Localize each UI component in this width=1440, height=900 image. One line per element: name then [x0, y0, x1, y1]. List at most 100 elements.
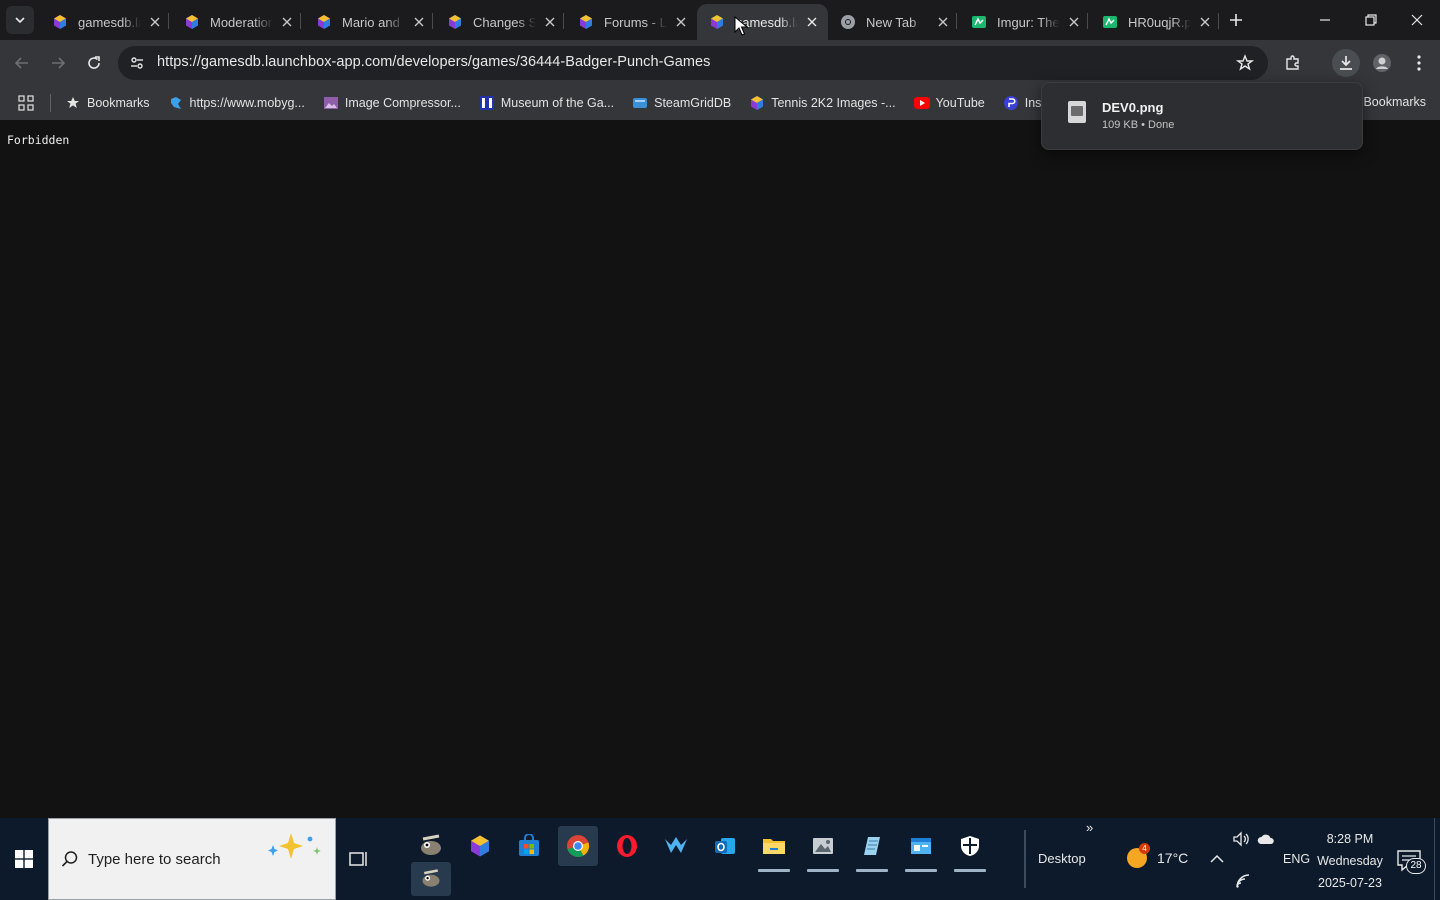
bookmark-item[interactable]: SteamGridDB	[632, 95, 731, 111]
clock[interactable]: 8:28 PM Wednesday 2025-07-23	[1312, 828, 1388, 894]
arrow-right-icon	[52, 57, 66, 69]
chrome-app[interactable]	[558, 826, 598, 866]
download-filename[interactable]: DEV0.png	[1102, 100, 1163, 115]
bookmark-item[interactable]: Tennis 2K2 Images -...	[749, 95, 896, 111]
download-bubble[interactable]: DEV0.png 109 KB • Done	[1041, 82, 1363, 150]
launchbox-icon	[54, 15, 66, 29]
window-close-button[interactable]	[1394, 0, 1440, 40]
control-panel-app[interactable]	[901, 826, 941, 872]
windows-icon	[15, 850, 33, 868]
tab-strip: gamesdb.la Moderation Mario and L Change…	[0, 0, 1440, 40]
photos-app[interactable]	[803, 826, 843, 872]
tab-search-button[interactable]	[6, 6, 34, 34]
imgur-icon	[972, 16, 986, 28]
outlook-app[interactable]	[705, 826, 745, 866]
close-icon[interactable]	[1197, 14, 1213, 30]
desktop-toolbar[interactable]: Desktop	[1038, 851, 1086, 866]
close-icon[interactable]	[411, 14, 427, 30]
outlook-icon	[715, 838, 735, 854]
wing-app[interactable]	[656, 826, 696, 866]
new-tab-button[interactable]	[1224, 8, 1248, 32]
close-icon[interactable]	[1066, 14, 1082, 30]
volume-button[interactable]	[1232, 830, 1250, 848]
url-text[interactable]: https://gamesdb.launchbox-app.com/develo…	[157, 54, 710, 70]
tab-separator	[956, 13, 957, 29]
taskbar-divider	[1024, 830, 1026, 888]
minimize-button[interactable]	[1302, 0, 1348, 40]
tray-overflow-button[interactable]	[1208, 850, 1226, 868]
tab[interactable]: gamesdb.la	[40, 4, 171, 40]
tab[interactable]: Mario and L	[304, 4, 435, 40]
address-bar[interactable]: https://gamesdb.launchbox-app.com/develo…	[118, 46, 1268, 80]
language-indicator[interactable]: ENG	[1283, 852, 1310, 866]
arrow-left-icon	[14, 57, 28, 69]
bookmark-item[interactable]: https://www.mobyg...	[168, 95, 305, 111]
clock-time: 8:28 PM	[1326, 832, 1374, 846]
extensions-button[interactable]	[1279, 49, 1307, 77]
tab[interactable]: Imgur: The	[959, 4, 1090, 40]
browser-toolbar: https://gamesdb.launchbox-app.com/develo…	[0, 40, 1440, 86]
tab-title: Imgur: The	[997, 14, 1060, 30]
weather-widget[interactable]: 4 17°C	[1127, 843, 1189, 868]
tab-separator	[300, 13, 301, 29]
chrome-icon	[567, 835, 590, 857]
bookmark-item[interactable]: Bookmarks	[65, 95, 150, 111]
back-button[interactable]	[8, 49, 36, 77]
toolbar-overflow-icon[interactable]: »	[1086, 820, 1093, 835]
downloads-button[interactable]	[1332, 49, 1360, 77]
start-button[interactable]	[0, 818, 48, 900]
bookmark-star-icon[interactable]	[1236, 54, 1254, 72]
close-icon[interactable]	[673, 14, 689, 30]
bookmark-item[interactable]: YouTube	[913, 95, 985, 111]
file-explorer-app[interactable]	[754, 826, 794, 872]
rubiks-app[interactable]	[460, 826, 500, 866]
security-app[interactable]	[950, 826, 990, 872]
tab[interactable]: Moderation	[172, 4, 303, 40]
site-info-icon[interactable]	[126, 52, 148, 74]
plus-icon	[1230, 14, 1242, 26]
tab[interactable]: Forums - La	[566, 4, 697, 40]
tab[interactable]: New Tab	[828, 4, 959, 40]
reload-button[interactable]	[80, 49, 108, 77]
show-desktop-button[interactable]	[1434, 818, 1440, 900]
chevron-down-icon	[15, 17, 25, 24]
minimize-icon	[1320, 19, 1330, 21]
bookmark-item[interactable]: Museum of the Ga...	[479, 95, 614, 111]
imgur-icon	[1103, 16, 1117, 28]
apps-grid-icon[interactable]	[18, 95, 34, 111]
clock-day: Wednesday	[1317, 854, 1383, 868]
forward-button[interactable]	[44, 49, 72, 77]
close-icon[interactable]	[147, 14, 163, 30]
image-icon	[323, 95, 339, 111]
taskbar-search[interactable]: Type here to search	[48, 818, 336, 900]
profile-button[interactable]	[1368, 49, 1396, 77]
restore-button[interactable]	[1348, 0, 1394, 40]
menu-button[interactable]	[1405, 49, 1433, 77]
photos-icon	[813, 838, 833, 854]
tab-active[interactable]: gamesdb.la	[697, 4, 828, 40]
chevron-up-icon	[1210, 854, 1224, 863]
gimp-app-secondary[interactable]	[411, 862, 451, 896]
control-panel-icon	[911, 838, 931, 854]
tab[interactable]: Changes St	[435, 4, 566, 40]
gimp-app[interactable]	[411, 826, 451, 872]
close-icon[interactable]	[279, 14, 295, 30]
star-icon	[65, 95, 81, 111]
notepad-app[interactable]	[852, 826, 892, 872]
onedrive-button[interactable]	[1257, 830, 1275, 848]
close-icon[interactable]	[542, 14, 558, 30]
all-bookmarks-folder[interactable]: Bookmarks	[1363, 95, 1426, 109]
tab[interactable]: HR0uqjR.pr	[1090, 4, 1221, 40]
bookmark-item[interactable]: Image Compressor...	[323, 95, 461, 111]
task-view-button[interactable]	[348, 848, 370, 870]
close-icon[interactable]	[804, 14, 820, 30]
network-button[interactable]	[1234, 872, 1252, 890]
clock-date: 2025-07-23	[1318, 876, 1382, 890]
task-view-icon	[349, 852, 367, 866]
close-icon[interactable]	[935, 14, 951, 30]
bookmark-label: https://www.mobyg...	[189, 96, 305, 110]
more-vert-icon	[1417, 55, 1421, 71]
microsoft-store-app[interactable]	[509, 826, 549, 866]
weather-temp: 17°C	[1157, 850, 1189, 866]
opera-app[interactable]	[607, 826, 647, 866]
